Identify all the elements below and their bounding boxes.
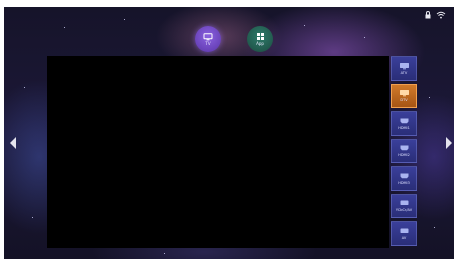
source-label: HDMI2 xyxy=(398,153,410,158)
star xyxy=(32,217,33,218)
source-list: ATV DTV HDMI1 HDMI2 HDMI3 YCbCr/AV AV xyxy=(391,56,417,246)
tv-app-label: TV xyxy=(205,40,211,46)
app-store-button[interactable]: App xyxy=(247,26,273,52)
source-hdmi2[interactable]: HDMI2 xyxy=(391,138,417,163)
digital-tv-icon xyxy=(399,90,409,97)
tv-app-button[interactable]: TV xyxy=(195,26,221,52)
star xyxy=(164,253,165,254)
star xyxy=(364,37,365,38)
star xyxy=(124,19,125,20)
source-dtv[interactable]: DTV xyxy=(391,83,417,108)
component-icon xyxy=(400,200,408,206)
tv-icon xyxy=(203,32,213,40)
star xyxy=(64,27,65,28)
hdmi-icon xyxy=(400,145,408,151)
star xyxy=(24,87,25,88)
av-icon xyxy=(400,228,408,233)
antenna-tv-icon xyxy=(399,62,409,70)
grid-icon xyxy=(256,33,264,40)
star xyxy=(304,25,305,26)
lock-icon xyxy=(425,11,431,19)
source-hdmi1[interactable]: HDMI1 xyxy=(391,111,417,136)
star xyxy=(429,97,430,98)
source-label: DTV xyxy=(400,98,408,103)
hdmi-icon xyxy=(400,118,408,124)
source-label: AV xyxy=(401,235,407,240)
tv-home-screen: TV App ATV DTV HDMI1 HDMI2 HDMI3 YCbCr/A… xyxy=(4,7,454,259)
source-av[interactable]: AV xyxy=(391,221,417,246)
source-label: HDMI3 xyxy=(398,180,410,185)
source-hdmi3[interactable]: HDMI3 xyxy=(391,166,417,191)
star xyxy=(434,227,435,228)
source-component[interactable]: YCbCr/AV xyxy=(391,193,417,218)
left-arrow-icon[interactable] xyxy=(8,135,18,149)
tv-preview-window[interactable] xyxy=(47,56,389,248)
source-atv[interactable]: ATV xyxy=(391,56,417,81)
hdmi-icon xyxy=(400,173,408,179)
wifi-icon xyxy=(436,11,446,19)
app-store-label: App xyxy=(256,41,264,46)
source-label: HDMI1 xyxy=(398,125,410,130)
source-label: ATV xyxy=(400,70,408,75)
right-arrow-icon[interactable] xyxy=(444,135,454,149)
status-bar xyxy=(425,11,446,19)
source-label: YCbCr/AV xyxy=(395,208,413,213)
